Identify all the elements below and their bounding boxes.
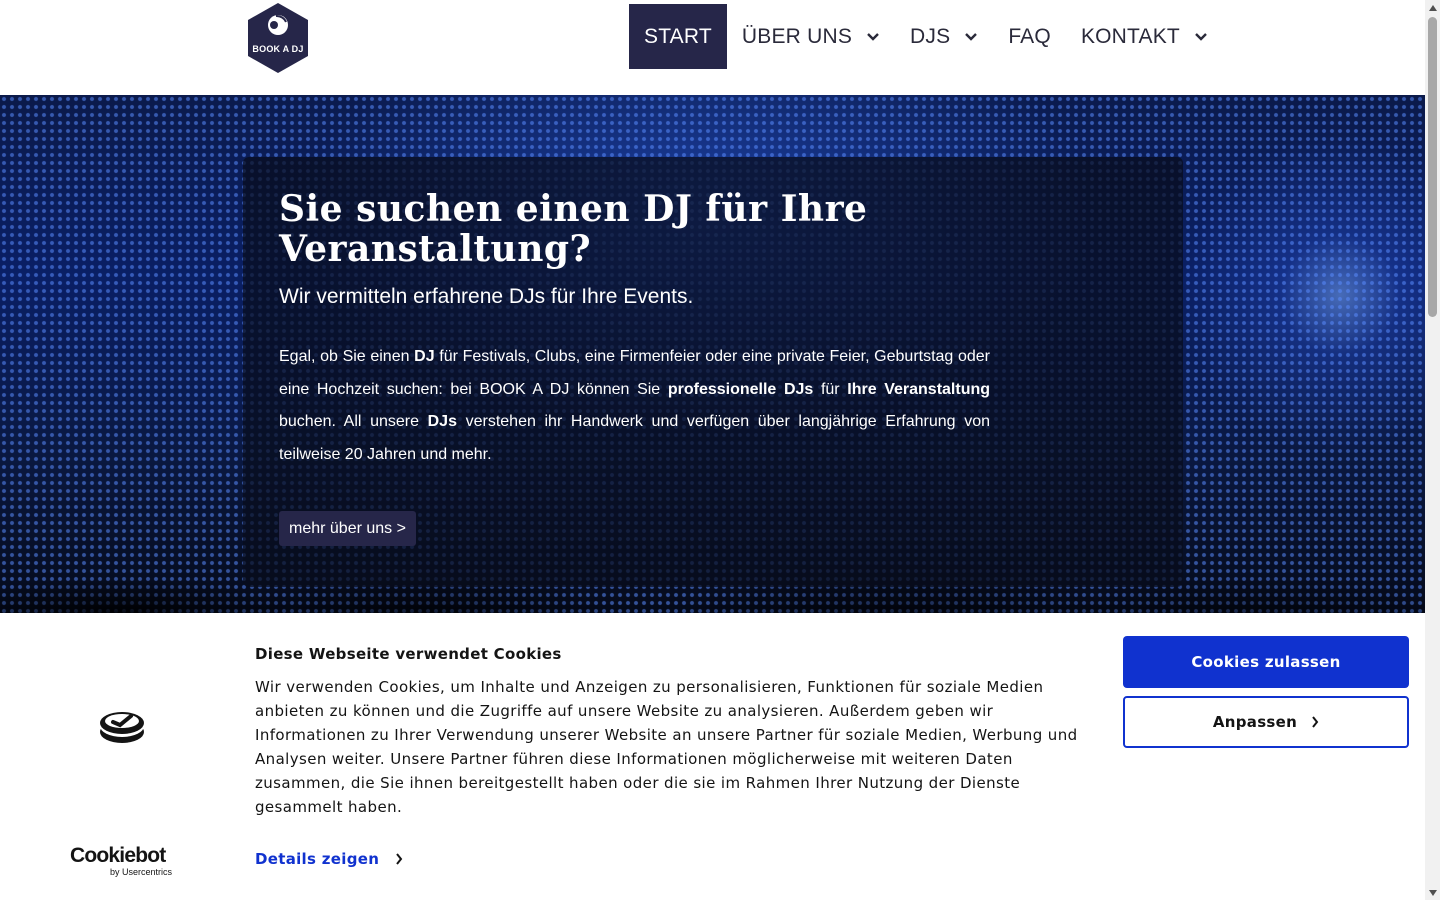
nav-item-ueber-uns[interactable]: ÜBER UNS [727,4,895,69]
book-a-dj-logo[interactable]: BOOK A DJ [246,2,310,74]
logo-text: BOOK A DJ [252,44,304,54]
chevron-right-icon [395,853,403,865]
page-scrollbar[interactable] [1425,0,1440,900]
cookiebot-brand: Cookiebot [70,844,166,867]
hero-body-text: Egal, ob Sie einen DJ für Festivals, Clu… [279,341,990,471]
nav-label-faq: FAQ [1008,24,1051,48]
body-text-segment: für [813,380,848,398]
nav-label-start: START [644,24,712,48]
nav-item-start[interactable]: START [629,4,727,69]
chevron-right-icon [1311,716,1319,728]
body-keyword: professionelle DJs [667,380,814,398]
body-text-segment: buchen. All unsere [279,413,428,430]
more-about-us-button[interactable]: mehr über uns > [279,511,416,546]
main-navigation: START ÜBER UNS DJS FAQ KONTAKT [629,4,1223,69]
chevron-down-icon [866,32,880,42]
nav-item-djs[interactable]: DJS [895,4,993,69]
customize-cookies-button[interactable]: Anpassen [1123,696,1409,748]
cookiebot-logo[interactable]: Cookiebot by Usercentrics [70,844,174,878]
scrollbar-thumb[interactable] [1428,17,1437,317]
site-header: BOOK A DJ START ÜBER UNS DJS FAQ KONTAKT [0,0,1425,95]
scroll-down-arrow-icon[interactable] [1425,885,1440,900]
allow-cookies-button[interactable]: Cookies zulassen [1123,636,1409,688]
hero-card: Sie suchen einen DJ für Ihre Veranstaltu… [243,157,1183,587]
body-keyword: DJ [414,348,435,365]
logo-hexagon-icon [248,3,308,73]
customize-label: Anpassen [1212,713,1298,731]
body-keyword: Ihre Veranstaltung [847,380,991,398]
cookie-stack-icon [98,706,146,746]
body-text-segment: Egal, ob Sie einen [279,348,415,365]
cookiebot-brand-sub: by Usercentrics [109,867,172,877]
body-keyword: DJs [427,413,457,430]
nav-label-ueber-uns: ÜBER UNS [741,24,853,48]
hero-title: Sie suchen einen DJ für Ihre Veranstaltu… [279,188,868,270]
nav-item-kontakt[interactable]: KONTAKT [1066,4,1223,69]
scroll-up-arrow-icon[interactable] [1425,0,1440,15]
show-details-label: Details zeigen [255,850,380,868]
cookie-heading: Diese Webseite verwendet Cookies [255,645,562,663]
chevron-down-icon [964,32,978,42]
hero-section: Sie suchen einen DJ für Ihre Veranstaltu… [0,95,1425,613]
nav-item-faq[interactable]: FAQ [993,4,1066,69]
nav-label-kontakt: KONTAKT [1080,24,1180,48]
chevron-down-icon [1194,32,1208,42]
cookie-consent-banner: Cookiebot by Usercentrics Diese Webseite… [0,613,1425,900]
hero-subtitle: Wir vermitteln erfahrene DJs für Ihre Ev… [279,285,694,308]
nav-label-djs: DJS [910,24,951,48]
show-details-link[interactable]: Details zeigen [255,850,403,868]
cookie-description: Wir verwenden Cookies, um Inhalte und An… [255,678,1078,816]
